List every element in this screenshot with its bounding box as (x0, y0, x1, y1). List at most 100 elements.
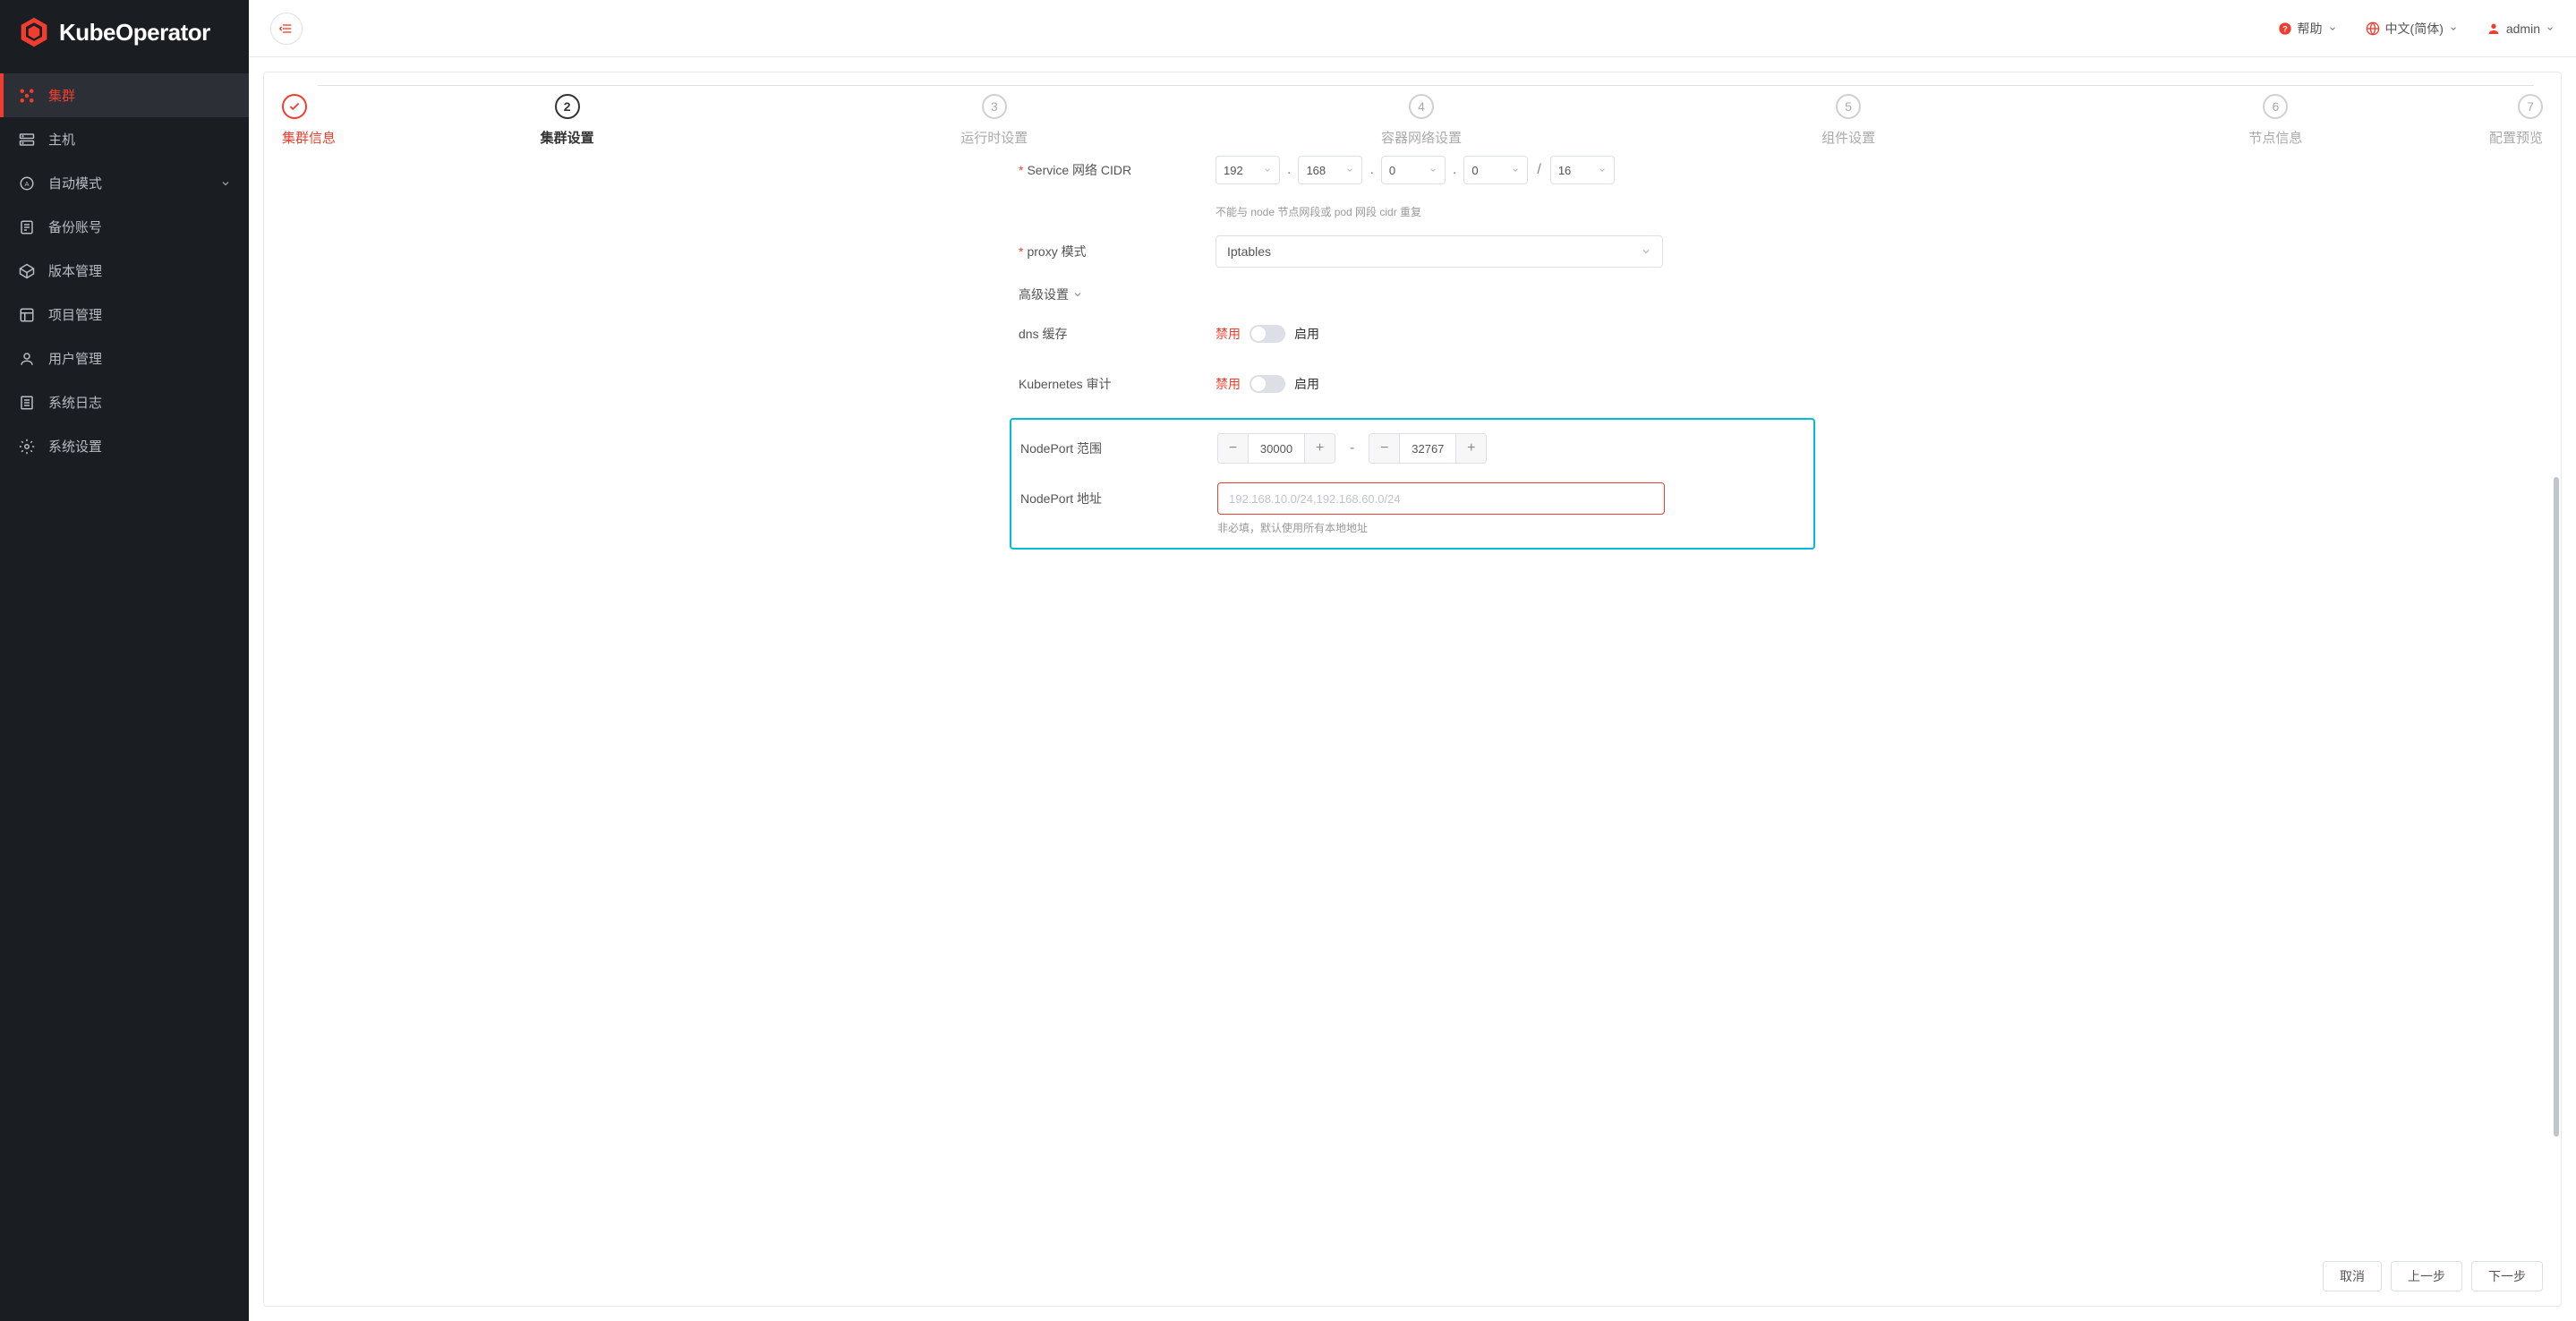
step-label: 配置预览 (2489, 128, 2543, 147)
svg-text:?: ? (2282, 24, 2288, 33)
collapse-icon (279, 21, 294, 36)
chevron-down-icon (1263, 166, 1272, 175)
step-2[interactable]: 2 集群设置 (354, 94, 780, 147)
prev-button[interactable]: 上一步 (2391, 1261, 2462, 1291)
step-7[interactable]: 7 配置预览 (2489, 94, 2543, 147)
chevron-down-icon (1598, 166, 1607, 175)
sidebar-item-label: 项目管理 (48, 305, 102, 324)
sidebar-item-label: 用户管理 (48, 349, 102, 368)
user-mgmt-icon (18, 350, 36, 368)
lang-label: 中文(简体) (2385, 20, 2444, 38)
nodeport-range-row: NodePort 范围 − 30000 + - − (1020, 432, 1804, 464)
svg-text:A: A (24, 180, 29, 188)
sidebar-item-backup[interactable]: 备份账号 (0, 205, 249, 249)
cluster-icon (18, 87, 36, 105)
scrollbar[interactable] (2554, 147, 2559, 1247)
decrement-button[interactable]: − (1218, 433, 1249, 464)
step-4[interactable]: 4 容器网络设置 (1207, 94, 1634, 147)
nodeport-addr-hint: 非必填，默认使用所有本地地址 (1217, 520, 1804, 535)
nodeport-from-value[interactable]: 30000 (1249, 442, 1304, 456)
globe-icon (2366, 21, 2380, 36)
nodeport-to: − 32767 + (1369, 433, 1487, 464)
sidebar-item-label: 自动模式 (48, 174, 102, 192)
ip-octet-1[interactable]: 192 (1215, 156, 1280, 184)
sidebar-item-label: 系统日志 (48, 393, 102, 412)
form-area: *Service 网络 CIDR 192 . 168 . 0 . 0 / 16 (264, 147, 2561, 1247)
sidebar-item-label: 系统设置 (48, 437, 102, 456)
step-label: 节点信息 (2062, 128, 2489, 147)
sidebar-item-cluster[interactable]: 集群 (0, 73, 249, 117)
user-menu[interactable]: admin (2486, 21, 2555, 36)
advanced-toggle[interactable]: 高级设置 (1019, 286, 1806, 303)
logo: KubeOperator (0, 0, 249, 64)
settings-icon (18, 438, 36, 456)
ip-octet-2[interactable]: 168 (1298, 156, 1362, 184)
step-5[interactable]: 5 组件设置 (1635, 94, 2062, 147)
nav: 集群 主机 A 自动模式 备份账号 版本管理 项目管理 (0, 64, 249, 1321)
service-cidr-row: *Service 网络 CIDR 192 . 168 . 0 . 0 / 16 (1019, 154, 1806, 186)
next-button[interactable]: 下一步 (2471, 1261, 2543, 1291)
collapse-sidebar-button[interactable] (270, 13, 303, 45)
language-menu[interactable]: 中文(简体) (2366, 20, 2458, 38)
step-label: 集群信息 (282, 128, 336, 147)
version-icon (18, 262, 36, 280)
k8s-audit-switch[interactable] (1250, 375, 1285, 393)
nodeport-to-value[interactable]: 32767 (1400, 442, 1455, 456)
step-1[interactable]: 集群信息 (282, 94, 336, 147)
sidebar-item-label: 主机 (48, 130, 75, 149)
logo-text: KubeOperator (59, 19, 210, 47)
ip-mask[interactable]: 16 (1550, 156, 1615, 184)
ip-octet-3[interactable]: 0 (1381, 156, 1446, 184)
chevron-down-icon (2546, 24, 2555, 33)
chevron-down-icon (2328, 24, 2337, 33)
backup-icon (18, 218, 36, 236)
sidebar-item-auto[interactable]: A 自动模式 (0, 161, 249, 205)
nodeport-addr-row: NodePort 地址 (1020, 482, 1804, 515)
chevron-down-icon (220, 178, 231, 189)
nodeport-addr-input[interactable] (1217, 482, 1665, 515)
steps: 集群信息 2 集群设置 3 运行时设置 4 容器网络设置 (264, 72, 2561, 147)
dns-cache-switch[interactable] (1250, 325, 1285, 343)
chevron-down-icon (1429, 166, 1437, 175)
ip-octet-4[interactable]: 0 (1463, 156, 1528, 184)
k8s-audit-off: 禁用 (1215, 375, 1241, 393)
sidebar-item-log[interactable]: 系统日志 (0, 380, 249, 424)
sidebar-item-label: 版本管理 (48, 261, 102, 280)
dns-cache-off: 禁用 (1215, 325, 1241, 343)
step-label: 运行时设置 (780, 128, 1207, 147)
increment-button[interactable]: + (1304, 433, 1335, 464)
check-icon (288, 100, 301, 113)
sidebar-item-settings[interactable]: 系统设置 (0, 424, 249, 468)
logo-icon (18, 16, 50, 48)
help-menu[interactable]: ? 帮助 (2278, 20, 2337, 38)
dns-cache-on: 启用 (1294, 325, 1319, 343)
chevron-down-icon (1641, 246, 1651, 257)
step-3[interactable]: 3 运行时设置 (780, 94, 1207, 147)
k8s-audit-row: Kubernetes 审计 禁用 启用 (1019, 368, 1806, 400)
nodeport-highlight: NodePort 范围 − 30000 + - − (1010, 418, 1815, 550)
footer: 取消 上一步 下一步 (264, 1247, 2561, 1306)
step-label: 组件设置 (1635, 128, 2062, 147)
proxy-mode-select[interactable]: Iptables (1215, 235, 1663, 268)
user-label: admin (2506, 21, 2540, 36)
decrement-button[interactable]: − (1369, 433, 1400, 464)
step-6[interactable]: 6 节点信息 (2062, 94, 2489, 147)
dns-cache-row: dns 缓存 禁用 启用 (1019, 318, 1806, 350)
sidebar-item-project[interactable]: 项目管理 (0, 293, 249, 337)
k8s-audit-on: 启用 (1294, 375, 1319, 393)
service-cidr-hint: 不能与 node 节点网段或 pod 网段 cidr 重复 (1215, 204, 1806, 219)
auto-icon: A (18, 175, 36, 192)
step-label: 容器网络设置 (1207, 128, 1634, 147)
chevron-down-icon (1511, 166, 1520, 175)
increment-button[interactable]: + (1455, 433, 1486, 464)
chevron-down-icon (2449, 24, 2458, 33)
user-icon (2486, 21, 2501, 36)
sidebar-item-version[interactable]: 版本管理 (0, 249, 249, 293)
sidebar-item-user[interactable]: 用户管理 (0, 337, 249, 380)
sidebar-item-host[interactable]: 主机 (0, 117, 249, 161)
cancel-button[interactable]: 取消 (2323, 1261, 2382, 1291)
chevron-down-icon (1345, 166, 1354, 175)
project-icon (18, 306, 36, 324)
log-icon (18, 394, 36, 412)
help-icon: ? (2278, 21, 2292, 36)
